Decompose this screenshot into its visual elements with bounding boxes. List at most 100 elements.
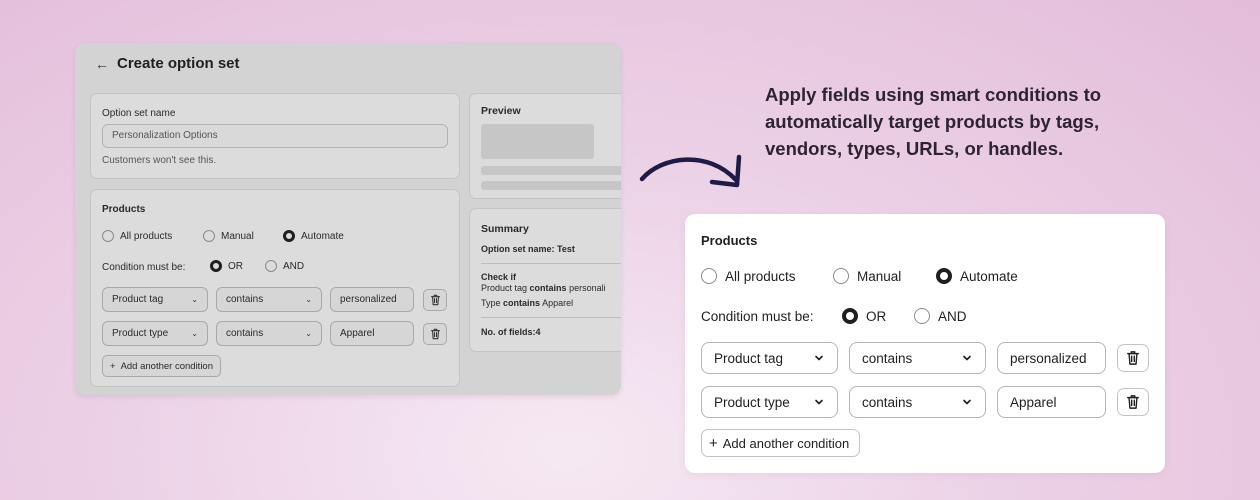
radio-or[interactable]: OR (842, 308, 886, 324)
radio-selected-icon (283, 230, 295, 242)
delete-condition-button-small[interactable] (423, 323, 447, 345)
condition-operator-select[interactable]: contains (849, 386, 986, 418)
condition-operator-select-small[interactable]: contains ⌄ (216, 287, 322, 312)
radio-manual-small[interactable]: Manual (203, 230, 254, 242)
curved-arrow-icon (639, 154, 742, 188)
radio-label: Automate (301, 230, 344, 242)
condition-field-select-small[interactable]: Product tag ⌄ (102, 287, 208, 312)
summary-divider (481, 317, 621, 318)
summary-value: personali (569, 283, 606, 293)
back-arrow-icon[interactable]: ← (95, 56, 109, 72)
radio-manual[interactable]: Manual (833, 268, 901, 284)
chevron-down-icon (963, 399, 971, 405)
summary-condition-line: Product tag contains personali (481, 283, 606, 293)
radio-label: All products (120, 230, 173, 242)
add-condition-label: Add another condition (722, 435, 850, 451)
radio-and-small[interactable]: AND (265, 260, 304, 272)
radio-label: Manual (221, 230, 254, 242)
summary-operator: contains (529, 283, 567, 293)
screenshot-title: Create option set (117, 55, 240, 72)
screenshot-panel: ← Create option set Option set name Pers… (75, 43, 621, 395)
radio-label: OR (228, 260, 243, 272)
radio-selected-icon (210, 260, 222, 272)
delete-condition-button[interactable] (1117, 388, 1149, 416)
summary-value: Apparel (542, 298, 574, 308)
delete-condition-button-small[interactable] (423, 289, 447, 311)
plus-icon: + (709, 434, 718, 452)
condition-operator-select-small[interactable]: contains ⌄ (216, 321, 322, 346)
condition-value-input[interactable]: personalized (997, 342, 1106, 374)
option-set-name-label: Option set name (102, 108, 176, 119)
radio-all-products-small[interactable]: All products (102, 230, 172, 242)
select-value: Product tag (714, 350, 784, 366)
add-condition-button[interactable]: + Add another condition (701, 429, 861, 457)
preview-card: Preview (469, 93, 621, 199)
radio-automate-small[interactable]: Automate (283, 230, 344, 242)
chevron-down-icon: ⌄ (305, 295, 312, 304)
trash-icon (430, 328, 440, 340)
summary-card: Summary Option set name: Test Check if P… (469, 208, 621, 352)
preview-image-placeholder (481, 124, 594, 159)
radio-icon (102, 230, 114, 242)
select-value: Product type (112, 328, 169, 339)
plus-icon: + (110, 360, 116, 372)
condition-field-select[interactable]: Product type (701, 386, 838, 418)
option-set-name-input[interactable]: Personalization Options (102, 124, 448, 148)
option-set-name-card: Option set name Personalization Options … (90, 93, 460, 179)
summary-check-if: Check if (481, 272, 517, 282)
radio-label: Manual (857, 268, 902, 284)
radio-selected-icon (936, 268, 952, 284)
select-value: Product tag (112, 294, 164, 305)
radio-selected-icon (842, 308, 858, 324)
products-title: Products (701, 233, 758, 248)
summary-field: Product tag (481, 283, 528, 293)
condition-label: Condition must be: (701, 309, 814, 324)
summary-option-set-name: Option set name: Test (481, 244, 575, 254)
products-title-small: Products (102, 204, 146, 215)
preview-line-placeholder (481, 181, 621, 190)
chevron-down-icon: ⌄ (191, 295, 198, 304)
trash-icon (430, 294, 440, 306)
chevron-down-icon (963, 355, 971, 361)
select-value: contains (862, 394, 913, 410)
radio-or-small[interactable]: OR (210, 260, 243, 272)
radio-all-products[interactable]: All products (701, 268, 796, 284)
radio-icon (833, 268, 849, 284)
add-condition-button-small[interactable]: + Add another condition (102, 355, 221, 377)
condition-value-input-small[interactable]: personalized (330, 287, 414, 312)
condition-field-select-small[interactable]: Product type ⌄ (102, 321, 208, 346)
radio-icon (701, 268, 717, 284)
add-condition-label: Add another condition (120, 360, 213, 372)
delete-condition-button[interactable] (1117, 344, 1149, 372)
condition-value-input[interactable]: Apparel (997, 386, 1106, 418)
trash-icon (1127, 395, 1139, 409)
condition-field-select[interactable]: Product tag (701, 342, 838, 374)
summary-field: Type (481, 298, 501, 308)
chevron-down-icon: ⌄ (191, 329, 198, 338)
condition-operator-select[interactable]: contains (849, 342, 986, 374)
chevron-down-icon (815, 355, 823, 361)
products-card: Products All products Manual Automate Co… (685, 214, 1165, 473)
condition-value-input-small[interactable]: Apparel (330, 321, 414, 346)
select-value: Product type (714, 394, 790, 410)
summary-operator: contains (503, 298, 541, 308)
preview-title: Preview (481, 105, 521, 117)
radio-label: AND (283, 260, 305, 272)
products-card-small: Products All products Manual Automate Co… (90, 189, 460, 387)
trash-icon (1127, 351, 1139, 365)
radio-and[interactable]: AND (914, 308, 967, 324)
summary-title: Summary (481, 223, 529, 235)
radio-label: AND (938, 308, 967, 324)
radio-automate[interactable]: Automate (936, 268, 1018, 284)
chevron-down-icon: ⌄ (305, 329, 312, 338)
summary-fields-count: No. of fields:4 (481, 327, 541, 337)
radio-icon (914, 308, 930, 324)
radio-icon (203, 230, 215, 242)
feature-caption: Apply fields using smart conditions to a… (765, 84, 1102, 159)
screenshot-header: ← Create option set (95, 55, 240, 72)
condition-label-small: Condition must be: (102, 262, 186, 273)
radio-label: Automate (960, 268, 1018, 284)
option-set-name-help: Customers won't see this. (102, 155, 217, 166)
radio-label: OR (866, 308, 887, 324)
radio-icon (265, 260, 277, 272)
